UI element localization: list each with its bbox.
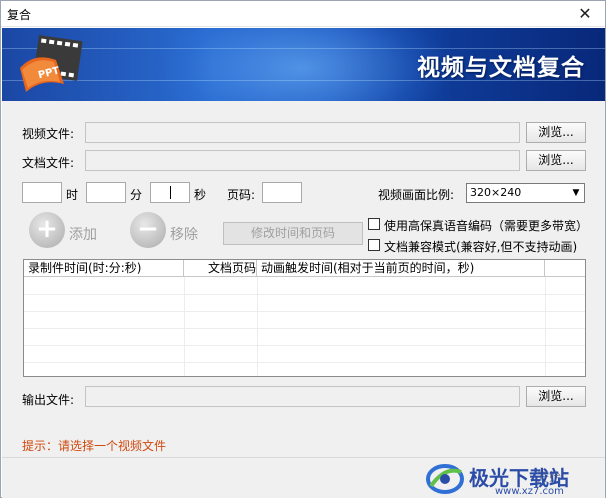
output-file-input[interactable]: [85, 386, 520, 407]
browse-output-button[interactable]: 浏览...: [526, 386, 586, 407]
status-hint: 提示：请选择一个视频文件: [22, 439, 167, 453]
ratio-value: 320×240: [470, 186, 522, 199]
column-header-extra[interactable]: [545, 260, 585, 277]
column-header-record-time[interactable]: 录制件时间(时:分:秒): [24, 260, 184, 277]
column-header-doc-page[interactable]: 文档页码: [184, 260, 257, 277]
title-bar: 复合 ✕: [1, 1, 605, 27]
text-cursor: [170, 186, 171, 199]
modify-time-page-button[interactable]: 修改时间和页码: [223, 222, 363, 245]
video-file-label: 视频文件:: [22, 127, 75, 141]
hq-audio-checkbox[interactable]: [368, 218, 380, 230]
chevron-down-icon[interactable]: ▼: [568, 184, 584, 202]
header-banner: PPT 视频与文档复合: [2, 28, 605, 101]
add-button-label[interactable]: 添加: [69, 224, 97, 244]
footer-bar: 开始 极光下载站 www.xz7.com: [2, 457, 605, 498]
hq-audio-label: 使用高保真语音编码（需要更多带宽）: [384, 219, 589, 233]
compat-mode-checkbox[interactable]: [368, 239, 380, 251]
second-label: 秒: [194, 188, 207, 202]
video-file-input[interactable]: [85, 122, 520, 143]
aurora-logo-icon: [426, 464, 464, 494]
remove-circle-icon[interactable]: −: [130, 212, 166, 248]
ratio-label: 视频画面比例:: [378, 188, 455, 202]
browse-doc-button[interactable]: 浏览...: [526, 150, 586, 171]
watermark-url: www.xz7.com: [495, 486, 564, 497]
main-panel: 视频文件: 浏览... 文档文件: 浏览... 时 分 秒 页码: 视频画面比例…: [2, 101, 605, 457]
minute-label: 分: [130, 188, 143, 202]
ppt-video-logo-icon: PPT: [20, 35, 83, 92]
output-file-label: 输出文件:: [22, 393, 75, 407]
hour-input[interactable]: [22, 182, 62, 203]
composite-window: 复合 ✕ PPT 视频与文档复合 视频文件: 浏览... 文档文件: 浏览...…: [0, 0, 606, 498]
page-label: 页码:: [227, 188, 256, 202]
watermark: 极光下载站 www.xz7.com: [425, 460, 595, 498]
hour-label: 时: [66, 188, 79, 202]
doc-file-label: 文档文件:: [22, 156, 75, 170]
timeline-table[interactable]: 录制件时间(时:分:秒) 文档页码 动画触发时间(相对于当前页的时间，秒): [23, 259, 586, 377]
doc-file-input[interactable]: [85, 150, 520, 171]
browse-video-button[interactable]: 浏览...: [526, 122, 586, 143]
add-circle-icon[interactable]: +: [29, 212, 65, 248]
close-icon[interactable]: ✕: [565, 1, 605, 27]
minute-input[interactable]: [86, 182, 126, 203]
remove-button-label[interactable]: 移除: [170, 224, 198, 244]
second-input[interactable]: [150, 182, 190, 203]
table-header: 录制件时间(时:分:秒) 文档页码 动画触发时间(相对于当前页的时间，秒): [24, 260, 585, 277]
page-input[interactable]: [262, 182, 302, 203]
banner-title: 视频与文档复合: [417, 55, 585, 81]
window-title: 复合: [7, 8, 32, 22]
ratio-select[interactable]: 320×240 ▼: [466, 183, 585, 203]
column-header-anim-time[interactable]: 动画触发时间(相对于当前页的时间，秒): [257, 260, 545, 277]
compat-mode-label: 文档兼容模式(兼容好,但不支持动画): [384, 240, 578, 254]
